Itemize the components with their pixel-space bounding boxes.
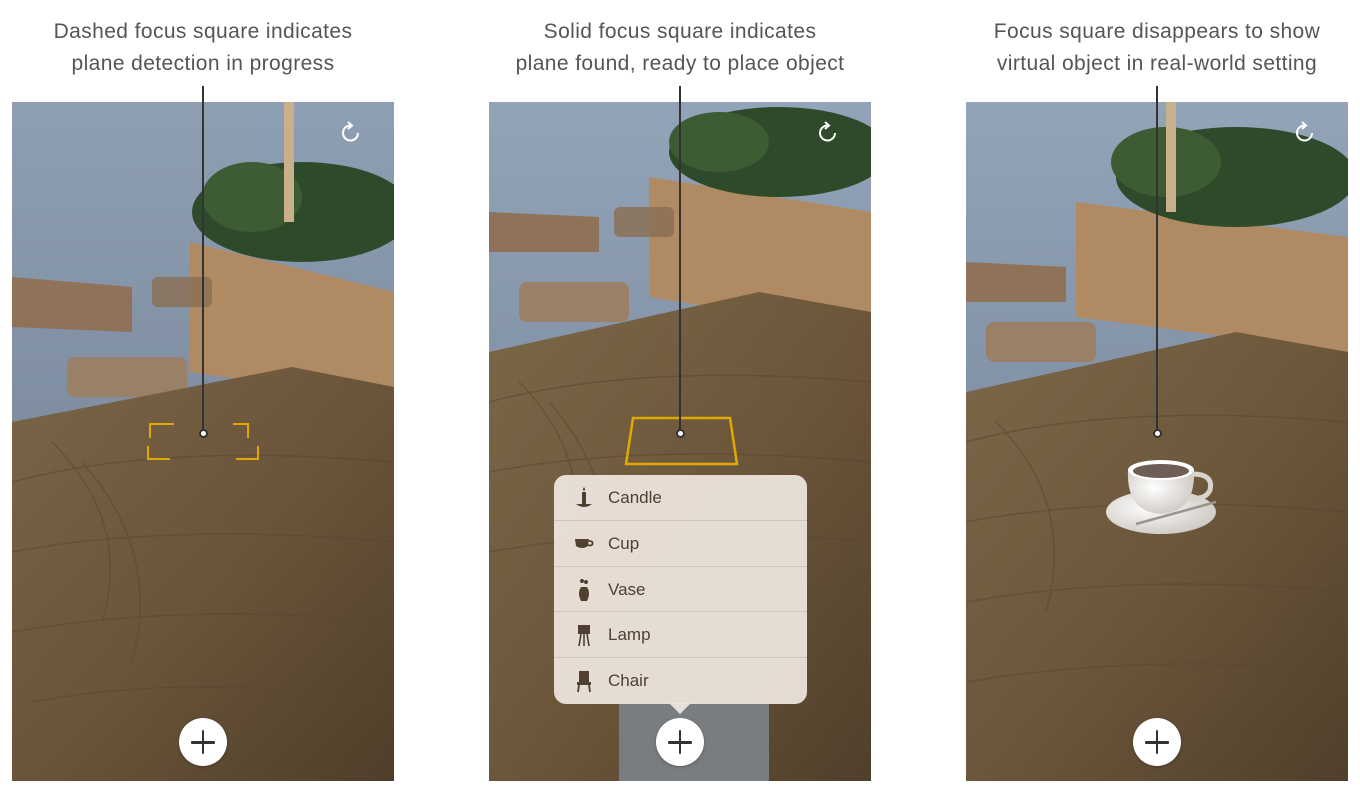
add-object-button[interactable] [179,718,227,766]
reset-button[interactable] [815,120,841,146]
callout-leader-line [679,86,681,432]
menu-item-vase[interactable]: Vase [554,567,807,613]
add-object-button[interactable] [656,718,704,766]
chair-icon [577,671,591,693]
reset-button[interactable] [1292,120,1318,146]
caption-line-1: Focus square disappears to show [993,20,1321,43]
candle-icon [576,487,592,507]
object-picker-menu: Candle Cup Vase Lamp Chair [554,475,807,714]
caption-line-2: plane found, ready to place object [515,52,845,75]
refresh-icon [1296,121,1313,142]
callout-leader-line [202,86,204,432]
add-object-button[interactable] [1133,718,1181,766]
menu-item-candle[interactable]: Candle [554,475,807,521]
reset-button[interactable] [338,120,364,146]
caption-panel-2: Solid focus square indicates plane found… [480,16,880,80]
vase-icon [579,578,589,601]
caption-line-1: Dashed focus square indicates [53,20,353,43]
figure: Dashed focus square indicates plane dete… [0,0,1360,794]
cup-icon [575,538,594,548]
callout-dot [198,429,208,438]
caption-line-2: plane detection in progress [71,52,335,75]
menu-item-cup[interactable]: Cup [554,521,807,567]
menu-item-lamp[interactable]: Lamp [554,612,807,659]
menu-item-label: Candle [608,488,662,507]
menu-item-chair[interactable]: Chair [554,658,807,704]
caption-panel-3: Focus square disappears to show virtual … [957,16,1357,80]
callout-dot [1152,429,1162,438]
menu-item-label: Lamp [608,625,651,645]
caption-panel-1: Dashed focus square indicates plane dete… [3,16,403,80]
refresh-icon [819,121,836,142]
lamp-icon [578,625,590,647]
menu-item-label: Cup [608,533,640,553]
caption-line-2: virtual object in real-world setting [996,52,1318,75]
callout-dot [675,429,685,438]
caption-line-1: Solid focus square indicates [543,20,817,43]
callout-leader-line [1156,86,1158,432]
menu-item-label: Vase [608,579,646,599]
menu-item-label: Chair [608,671,649,691]
refresh-icon [342,121,359,142]
